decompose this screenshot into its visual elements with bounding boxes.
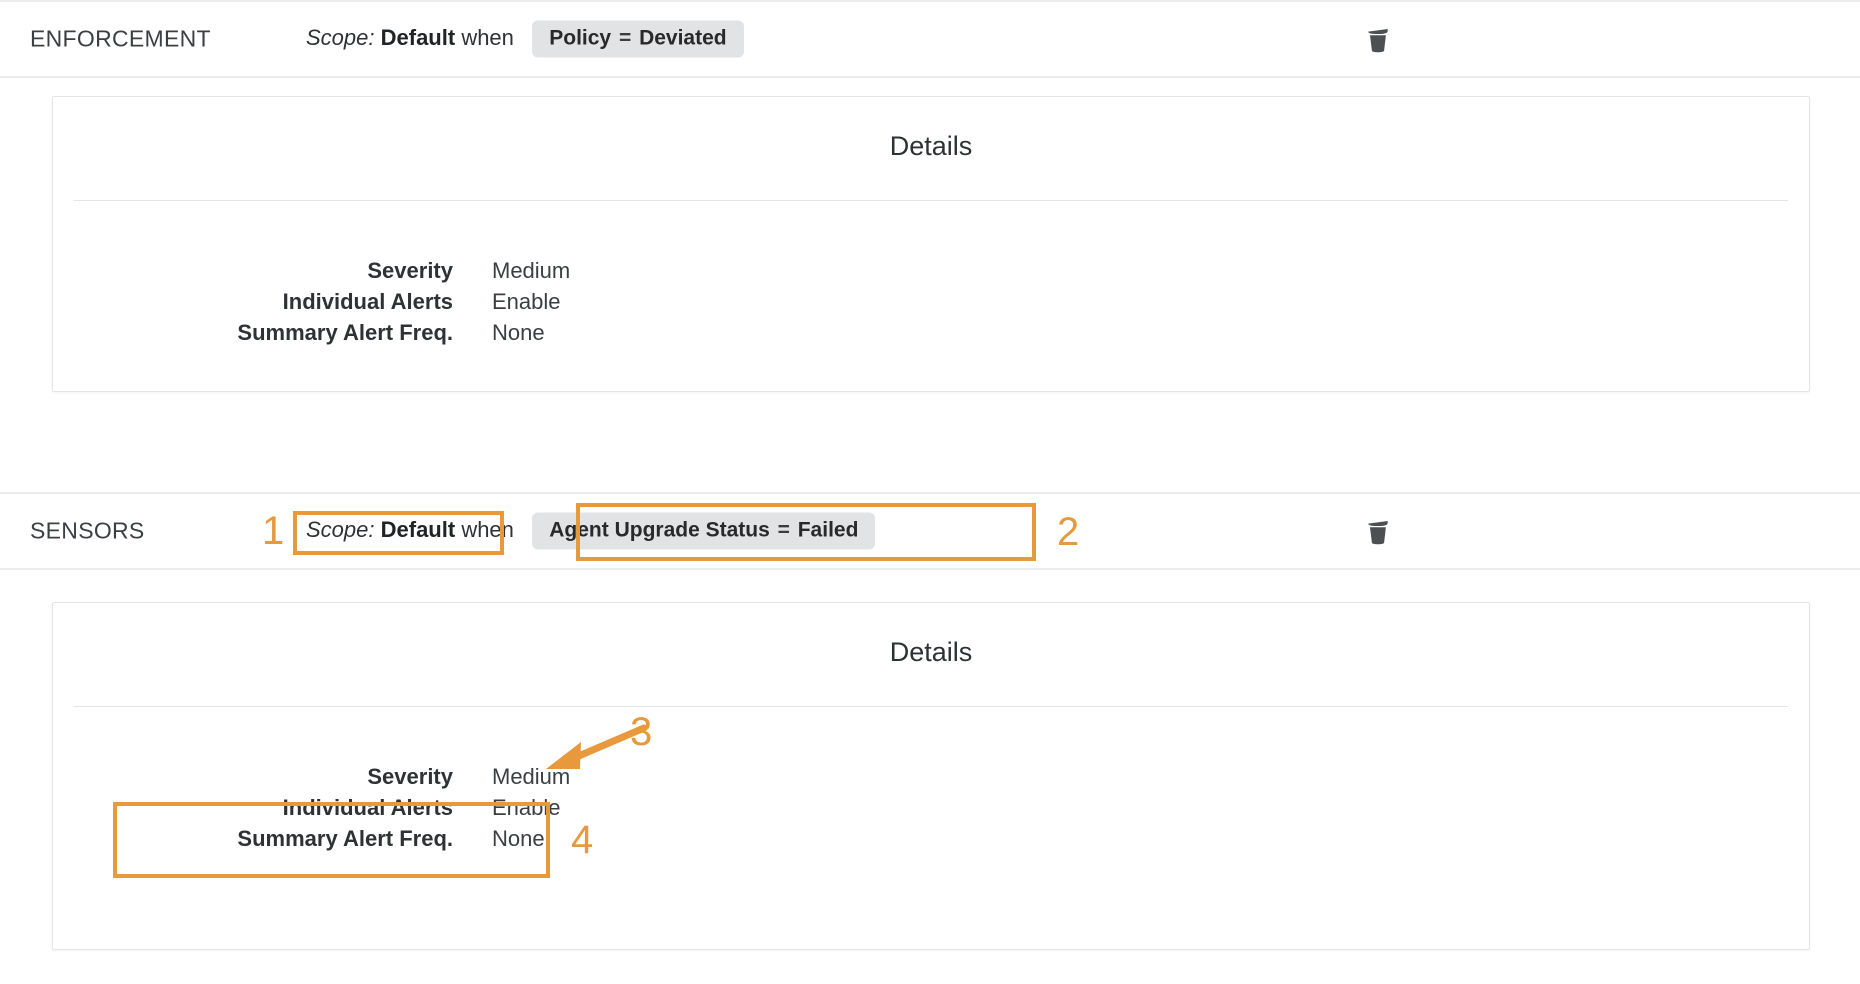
- enforcement-condition-chip[interactable]: Policy = Deviated: [532, 20, 744, 58]
- chip-operator: =: [777, 518, 790, 542]
- scope-label: Scope:: [306, 24, 375, 50]
- sensors-scope-expression[interactable]: Scope: Default when Agent Upgrade Status…: [306, 512, 876, 550]
- detail-row-severity: Severity Medium: [53, 761, 1809, 792]
- detail-row-summary-alert-freq: Summary Alert Freq. None: [53, 823, 1809, 854]
- annotated-policy-settings-screenshot: ENFORCEMENT Scope: Default when Policy =…: [0, 0, 1860, 984]
- chip-value: Deviated: [639, 26, 727, 50]
- trash-icon: [1368, 521, 1388, 545]
- enforcement-details-list: Severity Medium Individual Alerts Enable…: [53, 255, 1809, 414]
- detail-value-summary-alert-freq: None: [492, 826, 545, 851]
- detail-value-summary-alert-freq: None: [492, 320, 545, 345]
- sensors-condition-chip[interactable]: Agent Upgrade Status = Failed: [532, 512, 876, 550]
- delete-enforcement-rule-button[interactable]: [1361, 22, 1395, 56]
- detail-value-individual-alerts: Enable: [492, 289, 561, 314]
- trash-icon: [1368, 29, 1388, 53]
- sensors-details-list: Severity Medium Individual Alerts Enable…: [53, 761, 1809, 920]
- when-keyword: when: [461, 24, 514, 50]
- section-header-sensors: SENSORS Scope: Default when Agent Upgrad…: [0, 492, 1860, 570]
- scope-label: Scope:: [306, 516, 375, 542]
- chip-value: Failed: [797, 518, 859, 542]
- chip-field: Agent Upgrade Status: [549, 518, 770, 542]
- details-divider: [74, 200, 1788, 201]
- chip-field: Policy: [549, 26, 612, 50]
- detail-label-summary-alert-freq: Summary Alert Freq.: [237, 320, 453, 345]
- enforcement-scope-expression[interactable]: Scope: Default when Policy = Deviated: [306, 20, 744, 58]
- detail-label-summary-alert-freq: Summary Alert Freq.: [237, 826, 453, 851]
- detail-row-individual-alerts: Individual Alerts Enable: [53, 286, 1809, 317]
- delete-sensors-rule-button[interactable]: [1361, 514, 1395, 548]
- details-card-title: Details: [889, 131, 973, 161]
- detail-value-severity: Medium: [492, 258, 571, 283]
- chip-operator: =: [618, 26, 632, 50]
- sensors-details-card: Details Severity Medium Individual Alert…: [52, 602, 1810, 950]
- detail-row-summary-alert-freq: Summary Alert Freq. None: [53, 317, 1809, 348]
- details-divider: [74, 706, 1788, 707]
- detail-label-severity: Severity: [367, 764, 453, 789]
- detail-label-individual-alerts: Individual Alerts: [282, 289, 453, 314]
- detail-label-severity: Severity: [367, 258, 453, 283]
- scope-value: Default: [380, 24, 456, 50]
- details-card-title: Details: [889, 637, 973, 667]
- detail-label-individual-alerts: Individual Alerts: [282, 795, 453, 820]
- detail-value-individual-alerts: Enable: [492, 795, 561, 820]
- enforcement-details-card: Details Severity Medium Individual Alert…: [52, 96, 1810, 392]
- section-title-enforcement: ENFORCEMENT: [30, 25, 211, 52]
- detail-row-individual-alerts: Individual Alerts Enable: [53, 792, 1809, 823]
- when-keyword: when: [461, 516, 514, 542]
- scope-value: Default: [380, 516, 456, 542]
- section-title-sensors: SENSORS: [30, 517, 145, 544]
- detail-value-severity: Medium: [492, 764, 571, 789]
- detail-row-severity: Severity Medium: [53, 255, 1809, 286]
- section-header-enforcement: ENFORCEMENT Scope: Default when Policy =…: [0, 0, 1860, 78]
